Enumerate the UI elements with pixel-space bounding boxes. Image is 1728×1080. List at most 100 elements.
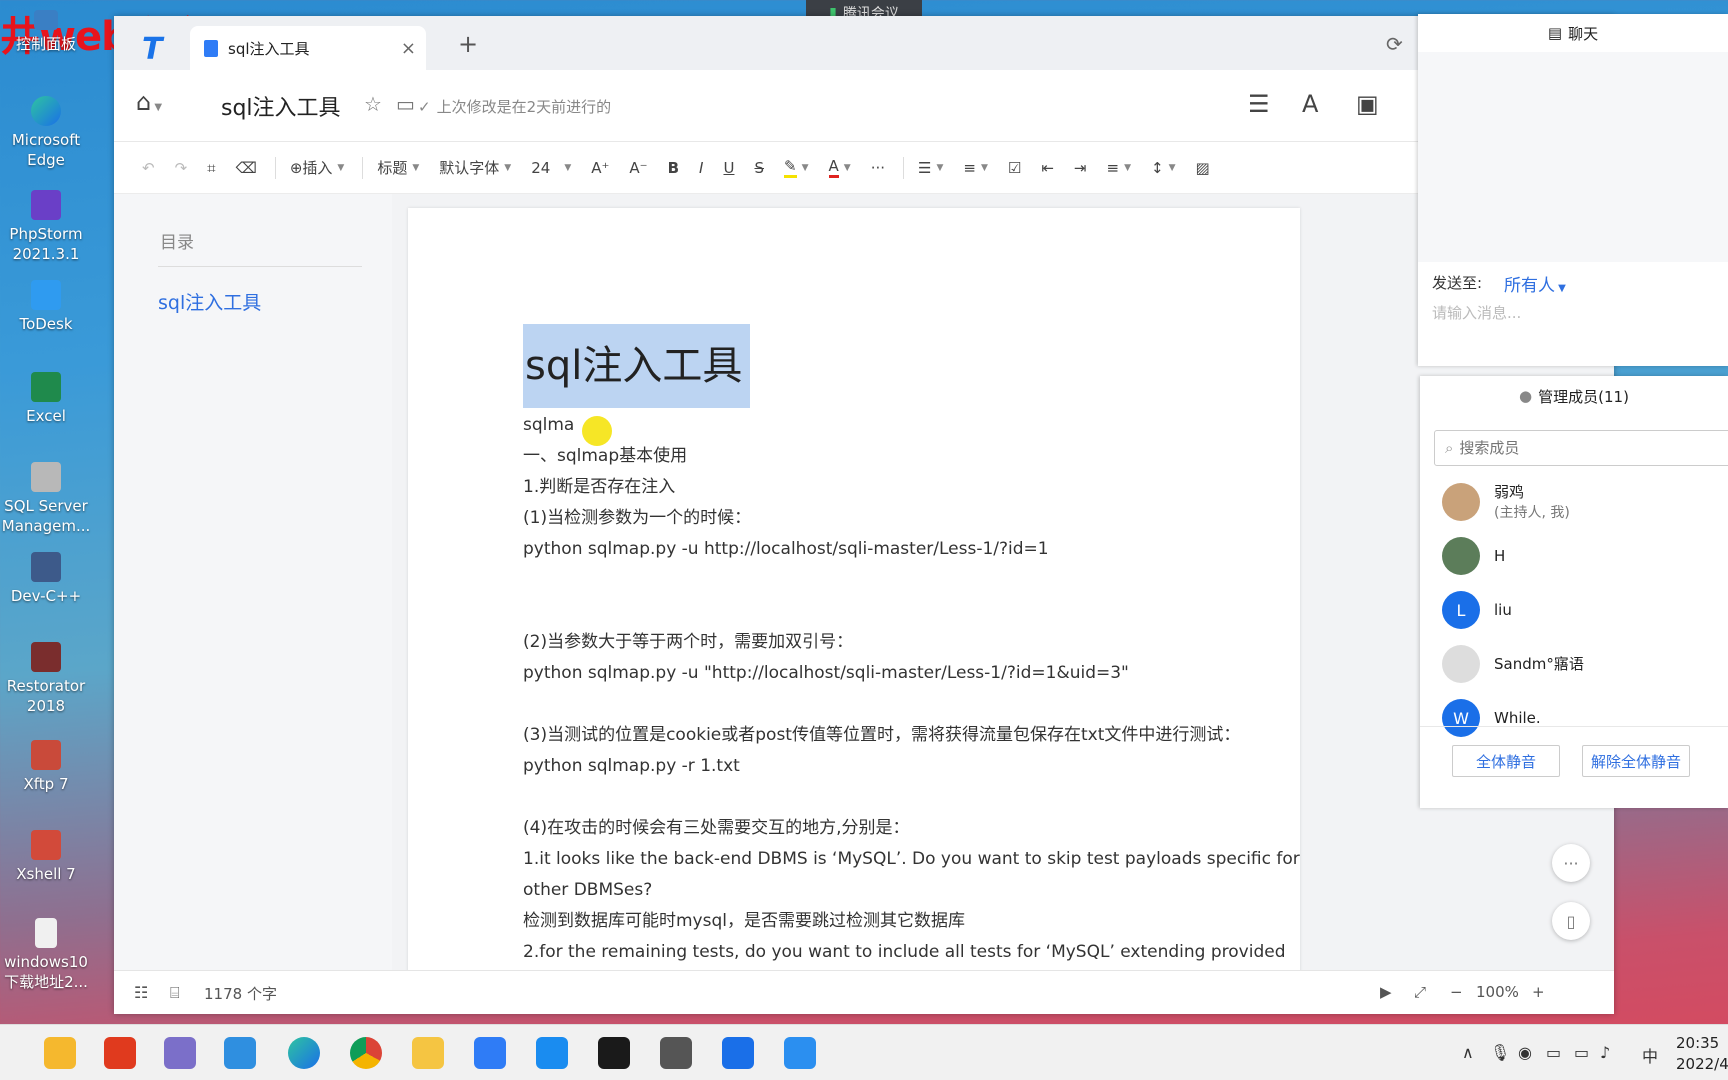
- mute-all-button[interactable]: 全体静音: [1452, 745, 1560, 777]
- document-line[interactable]: python sqlmap.py -r 1.txt: [523, 751, 1263, 782]
- tray-expand-icon[interactable]: ∧: [1462, 1043, 1474, 1062]
- document-heading[interactable]: sql注入工具: [523, 324, 751, 408]
- folder-icon[interactable]: [412, 1037, 444, 1069]
- member-row[interactable]: 弱鸡 (主持人, 我): [1442, 480, 1570, 524]
- app-icon-4[interactable]: [224, 1037, 256, 1069]
- toc-item[interactable]: sql注入工具: [158, 288, 261, 315]
- text-format-icon[interactable]: A: [1302, 90, 1318, 118]
- member-search-input[interactable]: [1459, 439, 1680, 457]
- document-line[interactable]: python sqlmap.py -u "http://localhost/sq…: [523, 658, 1263, 689]
- image-icon[interactable]: ▨: [1187, 153, 1217, 183]
- paragraph-style-select[interactable]: 标题 ▼: [369, 153, 427, 183]
- document-line[interactable]: (3)当测试的位置是cookie或者post传值等位置时，需将获得流量包保存在t…: [523, 720, 1263, 751]
- decrease-font-icon[interactable]: A⁻: [621, 153, 655, 183]
- more-options-icon[interactable]: ···: [1552, 844, 1590, 882]
- desktop-icon-restorator[interactable]: Restorator 2018: [0, 642, 92, 716]
- document-line[interactable]: (4)在攻击的时候会有三处需要交互的地方,分别是：: [523, 813, 1263, 844]
- office-icon[interactable]: [104, 1037, 136, 1069]
- file-explorer-icon[interactable]: [44, 1037, 76, 1069]
- unmute-all-button[interactable]: 解除全体静音: [1582, 745, 1690, 777]
- desktop-icon-excel[interactable]: Excel: [0, 372, 92, 426]
- insert-button[interactable]: ⊕ 插入 ▼: [282, 153, 353, 183]
- chrome-icon[interactable]: [350, 1037, 382, 1069]
- document-line[interactable]: python sqlmap.py -u http://localhost/sql…: [523, 534, 1263, 565]
- checklist-icon[interactable]: ☑: [1000, 153, 1029, 183]
- zoom-in-button[interactable]: +: [1532, 983, 1545, 1001]
- bullet-list-icon[interactable]: ☰ ▼: [910, 153, 951, 183]
- close-tab-icon[interactable]: ×: [401, 38, 416, 59]
- document-title[interactable]: sql注入工具: [221, 90, 341, 122]
- present-icon[interactable]: ▣: [1356, 90, 1379, 118]
- format-painter-icon[interactable]: ⌗: [199, 153, 223, 183]
- member-row[interactable]: Sandm°寤语: [1442, 642, 1584, 686]
- indent-icon[interactable]: ⇥: [1066, 153, 1095, 183]
- tray-app-icon[interactable]: ◉: [1518, 1043, 1532, 1062]
- chat-message-input[interactable]: 请输入消息...: [1432, 302, 1521, 323]
- more-options-button[interactable]: ···: [863, 153, 893, 183]
- document-body[interactable]: sqlma 一、sqlmap基本使用 1.判断是否存在注入 (1)当检测参数为一个的时…: [523, 410, 1300, 968]
- increase-font-icon[interactable]: A⁺: [583, 153, 617, 183]
- document-line[interactable]: other DBMSes?: [523, 875, 1263, 906]
- desktop-icon-control-panel[interactable]: 控制面板: [0, 10, 92, 54]
- numbered-list-icon[interactable]: ≡ ▼: [955, 153, 996, 183]
- zoom-out-button[interactable]: −: [1450, 983, 1463, 1001]
- font-color-icon[interactable]: A ▼: [821, 153, 859, 183]
- highlight-icon[interactable]: ✎ ▼: [776, 153, 817, 183]
- desktop-icon-todesk[interactable]: ToDesk: [0, 280, 92, 334]
- member-search[interactable]: ⌕: [1434, 430, 1728, 466]
- desktop-icon-devcpp[interactable]: Dev-C++: [0, 552, 92, 606]
- star-icon[interactable]: ☆: [364, 92, 382, 116]
- app-icon-3[interactable]: [164, 1037, 196, 1069]
- feishu-icon[interactable]: [784, 1037, 816, 1069]
- document-line[interactable]: 2.for the remaining tests, do you want t…: [523, 937, 1286, 968]
- tencent-meeting-icon[interactable]: [536, 1037, 568, 1069]
- send-to-select[interactable]: 所有人 ▼: [1504, 271, 1566, 296]
- align-icon[interactable]: ≡ ▼: [1098, 153, 1139, 183]
- battery-icon[interactable]: ▭: [1574, 1043, 1589, 1062]
- desktop-icon-xshell[interactable]: Xshell 7: [0, 830, 92, 884]
- desktop-icon-edge[interactable]: Microsoft Edge: [0, 96, 92, 170]
- font-size-select[interactable]: 24 ▼: [523, 153, 579, 183]
- system-clock[interactable]: 20:352022/4/: [1676, 1033, 1728, 1075]
- document-line[interactable]: [523, 782, 1263, 813]
- underline-icon[interactable]: U: [715, 153, 742, 183]
- redo-icon[interactable]: ↷: [167, 153, 196, 183]
- home-icon[interactable]: ⌂ ▼: [136, 88, 162, 116]
- p-app-icon[interactable]: [722, 1037, 754, 1069]
- tab-document[interactable]: sql注入工具 ×: [190, 26, 426, 70]
- member-row[interactable]: Lliu: [1442, 588, 1512, 632]
- refresh-icon[interactable]: ⟳: [1386, 32, 1403, 56]
- desktop-icon-xftp[interactable]: Xftp 7: [0, 740, 92, 794]
- desktop-icon-windows10-file[interactable]: windows10下载地址2...: [0, 918, 92, 992]
- edge-taskbar-icon[interactable]: [288, 1037, 320, 1069]
- device-icon[interactable]: ▯: [1552, 902, 1590, 940]
- desktop-icon-phpstorm[interactable]: PhpStorm 2021.3.1: [0, 190, 92, 264]
- tencent-docs-icon[interactable]: [474, 1037, 506, 1069]
- bold-icon[interactable]: B: [660, 153, 687, 183]
- new-tab-button[interactable]: +: [458, 30, 478, 58]
- document-line[interactable]: [523, 596, 1263, 627]
- desktop-icon-sql-server[interactable]: SQL Server Managem...: [0, 462, 92, 536]
- page-view-icon[interactable]: ⌸: [170, 983, 180, 1003]
- microphone-icon[interactable]: 🎙: [1490, 1043, 1510, 1062]
- member-row[interactable]: H: [1442, 534, 1505, 578]
- document-line[interactable]: 一、sqlmap基本使用: [523, 441, 1263, 472]
- document-line[interactable]: (1)当检测参数为一个的时候：: [523, 503, 1263, 534]
- zoom-level[interactable]: 100%: [1476, 983, 1519, 1001]
- screen-recorder-icon[interactable]: [598, 1037, 630, 1069]
- document-line[interactable]: 检测到数据库可能时mysql，是否需要跳过检测其它数据库: [523, 906, 1263, 937]
- play-icon[interactable]: ▶: [1380, 983, 1392, 1001]
- document-page[interactable]: sql注入工具 sqlma 一、sqlmap基本使用 1.判断是否存在注入 (1)当检…: [408, 208, 1300, 970]
- document-line[interactable]: [523, 565, 1263, 596]
- move-folder-icon[interactable]: ▭: [396, 92, 415, 116]
- document-line[interactable]: (2)当参数大于等于两个时，需要加双引号：: [523, 627, 1263, 658]
- volume-icon[interactable]: ♪: [1600, 1043, 1610, 1062]
- italic-icon[interactable]: I: [691, 153, 711, 183]
- line-spacing-icon[interactable]: ↕ ▼: [1143, 153, 1184, 183]
- undo-icon[interactable]: ↶: [134, 153, 163, 183]
- outline-view-icon[interactable]: ☷: [134, 983, 148, 1002]
- strikethrough-icon[interactable]: S: [746, 153, 772, 183]
- ime-indicator[interactable]: 中: [1642, 1043, 1658, 1067]
- app-icon-11[interactable]: [660, 1037, 692, 1069]
- document-line[interactable]: 1.it looks like the back-end DBMS is ‘My…: [523, 844, 1300, 875]
